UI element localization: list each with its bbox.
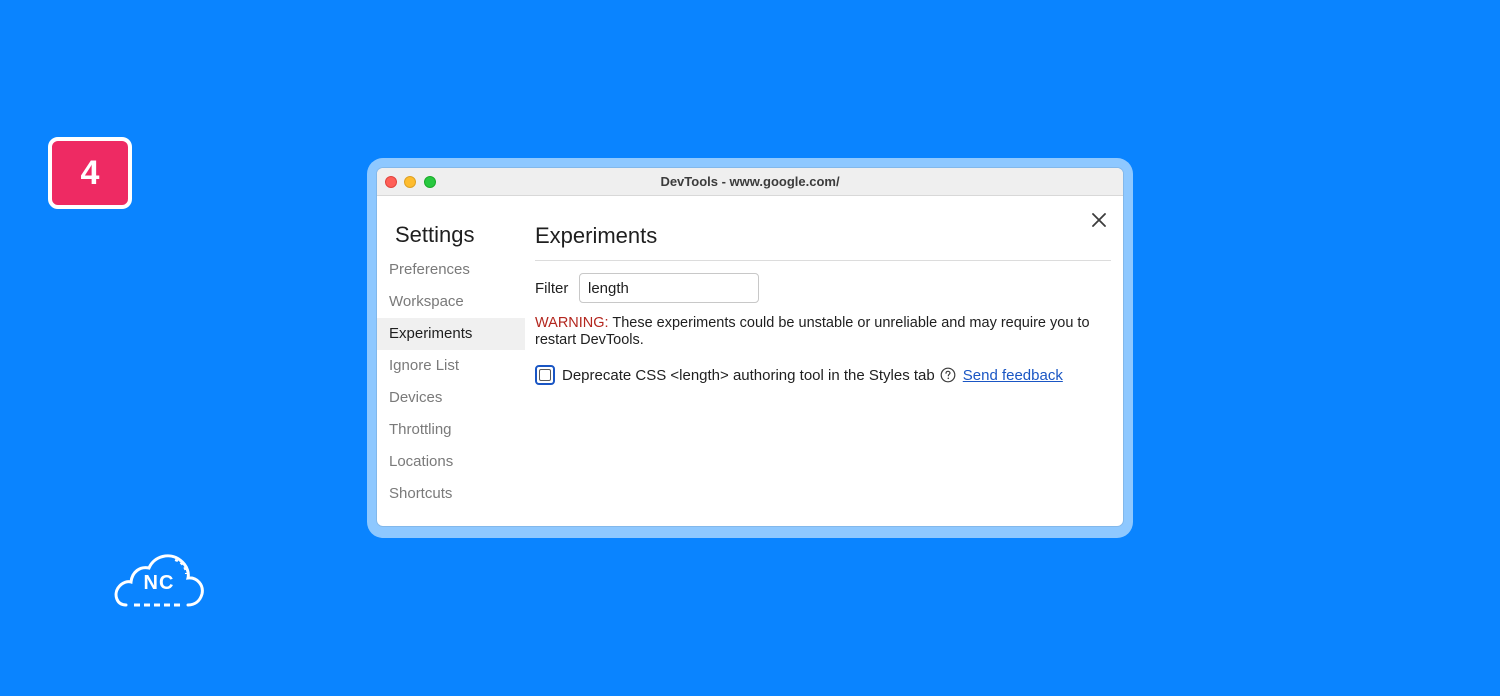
close-icon (1092, 213, 1106, 227)
title-divider (535, 260, 1111, 261)
sidebar-item-ignore-list[interactable]: Ignore List (377, 350, 525, 382)
experiment-row: Deprecate CSS <length> authoring tool in… (535, 364, 1063, 386)
sidebar-item-experiments[interactable]: Experiments (377, 318, 525, 350)
warning-label: WARNING: (535, 315, 609, 331)
sidebar-item-throttling[interactable]: Throttling (377, 414, 525, 446)
warning-message: WARNING: These experiments could be unst… (535, 315, 1105, 349)
sidebar-item-shortcuts[interactable]: Shortcuts (377, 478, 525, 510)
experiment-checkbox[interactable] (535, 365, 555, 385)
logo-text: NC (143, 572, 175, 594)
filter-input[interactable] (579, 273, 759, 303)
sidebar-item-devices[interactable]: Devices (377, 382, 525, 414)
window-title: DevTools - www.google.com/ (660, 174, 840, 189)
nc-cloud-logo: NC (112, 550, 206, 612)
sidebar-item-workspace[interactable]: Workspace (377, 286, 525, 318)
help-icon[interactable] (940, 367, 956, 383)
step-number-badge: 4 (48, 137, 132, 209)
experiment-label: Deprecate CSS <length> authoring tool in… (562, 366, 935, 384)
checkbox-box (539, 369, 551, 381)
panel-title: Experiments (535, 223, 658, 248)
sidebar-item-preferences[interactable]: Preferences (377, 254, 525, 286)
settings-sidebar: Preferences Workspace Experiments Ignore… (377, 254, 525, 510)
warning-text: These experiments could be unstable or u… (535, 315, 1090, 348)
window-titlebar: DevTools - www.google.com/ (377, 168, 1123, 196)
send-feedback-link[interactable]: Send feedback (963, 367, 1063, 384)
settings-title: Settings (395, 222, 475, 247)
devtools-window: DevTools - www.google.com/ Settings Pref… (377, 168, 1123, 526)
close-settings-button[interactable] (1089, 210, 1109, 230)
filter-label: Filter (535, 280, 569, 297)
sidebar-item-locations[interactable]: Locations (377, 446, 525, 478)
